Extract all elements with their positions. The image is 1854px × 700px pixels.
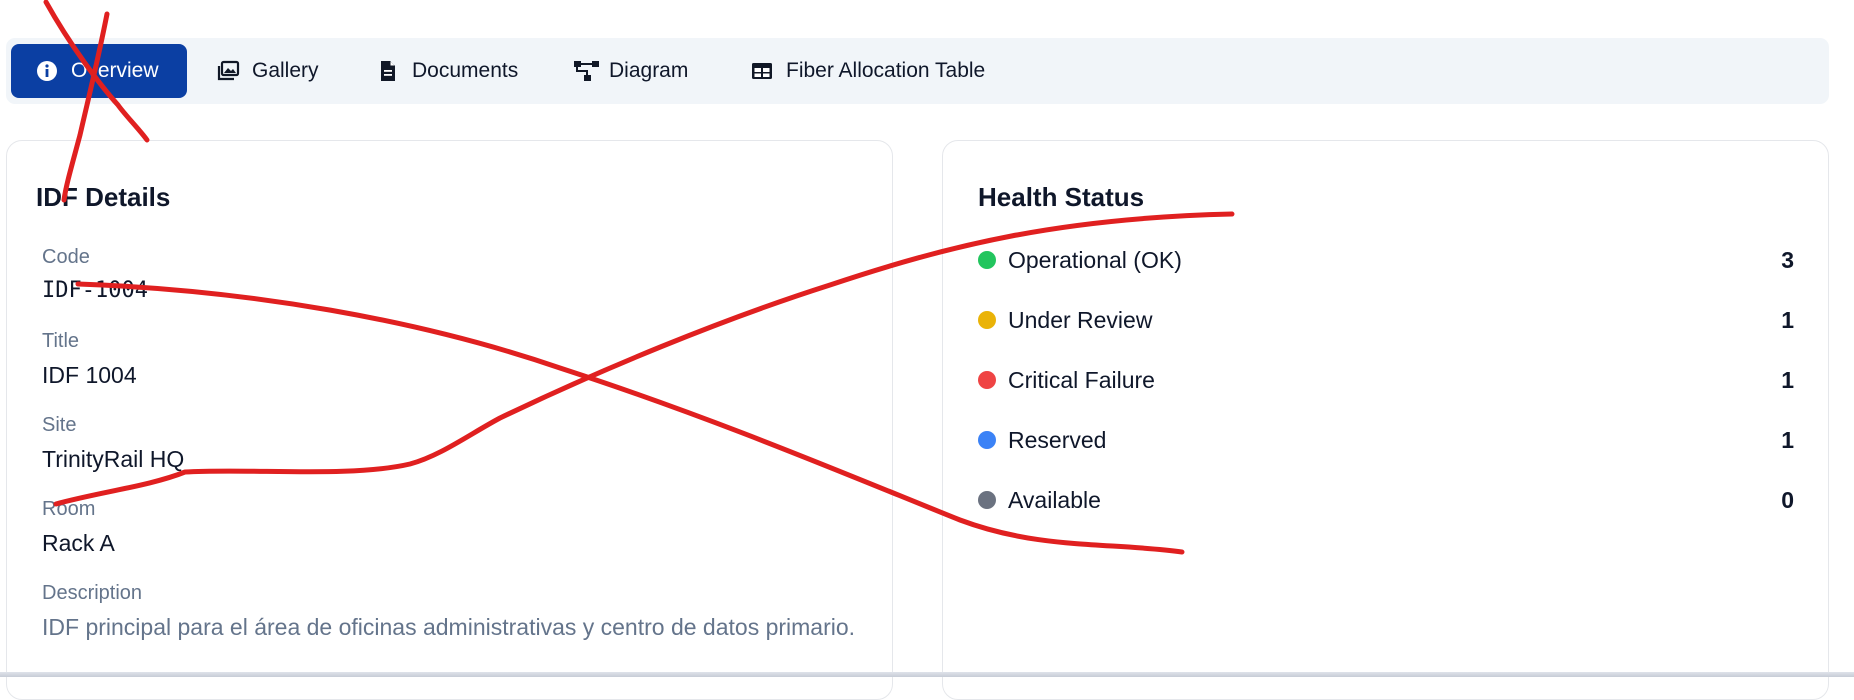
health-row-operational: Operational (OK) 3 bbox=[978, 242, 1794, 278]
diagram-icon bbox=[573, 59, 599, 83]
idf-details-title: IDF Details bbox=[36, 182, 171, 212]
health-count: 0 bbox=[1781, 486, 1794, 513]
health-label: Operational (OK) bbox=[1008, 246, 1182, 273]
tab-diagram-label: Diagram bbox=[609, 59, 689, 82]
status-dot bbox=[978, 371, 996, 389]
tab-bar: Overview Gallery Documents Diagram Fiber… bbox=[6, 38, 1829, 104]
document-icon bbox=[376, 59, 400, 83]
health-row-available: Available 0 bbox=[978, 482, 1794, 518]
health-row-reserved: Reserved 1 bbox=[978, 422, 1794, 458]
health-count: 1 bbox=[1781, 306, 1794, 333]
health-status-title: Health Status bbox=[978, 182, 1145, 212]
site-value: TrinityRail HQ bbox=[42, 446, 185, 472]
title-value: IDF 1004 bbox=[42, 362, 137, 388]
window-bottom-edge bbox=[0, 672, 1854, 677]
code-value: IDF-1004 bbox=[42, 278, 148, 303]
room-value: Rack A bbox=[42, 530, 115, 556]
description-label: Description bbox=[42, 582, 143, 604]
health-label: Under Review bbox=[1008, 306, 1153, 333]
health-row-under-review: Under Review 1 bbox=[978, 302, 1794, 338]
site-label: Site bbox=[42, 414, 77, 436]
health-label: Available bbox=[1008, 486, 1101, 513]
code-label: Code bbox=[42, 246, 90, 268]
health-count: 1 bbox=[1781, 366, 1794, 393]
tab-documents-label: Documents bbox=[412, 59, 519, 82]
status-dot bbox=[978, 251, 996, 269]
status-dot bbox=[978, 431, 996, 449]
title-label: Title bbox=[42, 330, 80, 352]
tab-fiber-allocation-table-label: Fiber Allocation Table bbox=[786, 59, 986, 82]
tab-gallery-label: Gallery bbox=[252, 59, 319, 82]
tab-fiber-allocation-table[interactable]: Fiber Allocation Table bbox=[750, 44, 985, 98]
tab-gallery[interactable]: Gallery bbox=[216, 44, 319, 98]
tab-overview-label: Overview bbox=[71, 59, 159, 82]
health-row-critical-failure: Critical Failure 1 bbox=[978, 362, 1794, 398]
tab-diagram[interactable]: Diagram bbox=[573, 44, 688, 98]
health-status-card bbox=[942, 140, 1829, 700]
room-label: Room bbox=[42, 498, 96, 520]
health-label: Reserved bbox=[1008, 426, 1107, 453]
health-count: 1 bbox=[1781, 426, 1794, 453]
table-icon bbox=[750, 59, 774, 83]
status-dot bbox=[978, 311, 996, 329]
status-dot bbox=[978, 491, 996, 509]
health-count: 3 bbox=[1781, 246, 1794, 273]
description-value: IDF principal para el área de oficinas a… bbox=[42, 614, 856, 640]
tab-documents[interactable]: Documents bbox=[376, 44, 518, 98]
tab-overview[interactable]: Overview bbox=[11, 44, 187, 98]
info-icon bbox=[35, 59, 59, 83]
gallery-icon bbox=[216, 59, 240, 83]
health-label: Critical Failure bbox=[1008, 366, 1155, 393]
